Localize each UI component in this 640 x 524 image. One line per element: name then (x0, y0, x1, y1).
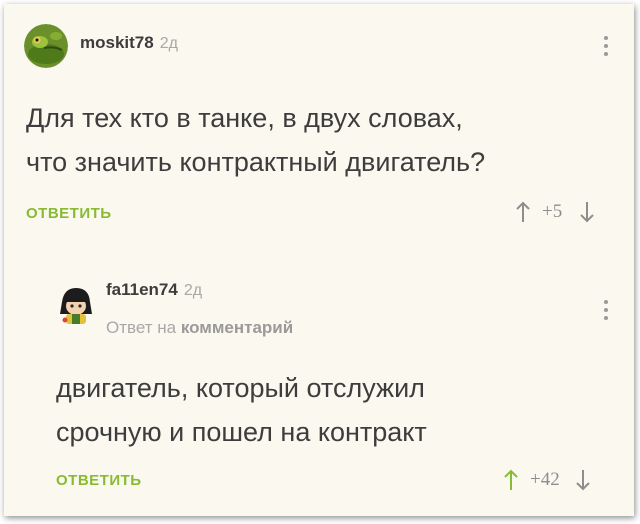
reply-button[interactable]: ОТВЕТИТЬ (56, 472, 142, 489)
upvote-arrow-icon[interactable] (502, 468, 520, 492)
author-name[interactable]: fa11en74 (106, 280, 178, 299)
rating: +42 (530, 469, 560, 490)
reply-button[interactable]: ОТВЕТИТЬ (26, 205, 112, 222)
anime-avatar-icon (60, 288, 92, 324)
reply-to-prefix: Ответ на (106, 318, 177, 337)
vote-controls: +5 (514, 200, 596, 224)
vote-controls: +42 (502, 468, 592, 492)
comment-text-line: двигатель, который отслужил (56, 373, 425, 403)
rating: +5 (542, 201, 563, 222)
comment-text-line: Для тех кто в танке, в двух словах, (26, 103, 463, 133)
comment: moskit78 2д Для тех кто в танке, в двух с… (4, 4, 634, 254)
frog-avatar-icon (24, 24, 68, 68)
comment-text: двигатель, который отслужил срочную и по… (56, 366, 616, 454)
comments-panel: moskit78 2д Для тех кто в танке, в двух с… (4, 4, 634, 516)
downvote-arrow-icon[interactable] (574, 468, 592, 492)
author[interactable]: fa11en74 2д (106, 280, 202, 300)
upvote-arrow-icon[interactable] (514, 200, 532, 224)
comment-reply: fa11en74 2д Ответ на комментарий двигател… (18, 256, 634, 516)
reply-to-info: Ответ на комментарий (106, 318, 293, 338)
author[interactable]: moskit78 2д (80, 33, 178, 53)
comment-text: Для тех кто в танке, в двух словах, что … (26, 96, 616, 184)
avatar[interactable] (24, 24, 68, 68)
comment-time: 2д (183, 282, 203, 299)
reply-to-link[interactable]: комментарий (181, 318, 293, 337)
downvote-arrow-icon[interactable] (578, 200, 596, 224)
comment-text-line: что значить контрактный двигатель? (26, 147, 486, 177)
avatar[interactable] (56, 284, 96, 328)
more-options-icon[interactable] (604, 300, 610, 320)
author-name[interactable]: moskit78 (80, 33, 154, 52)
comment-time: 2д (159, 35, 178, 52)
comment-text-line: срочную и пошел на контракт (56, 417, 427, 447)
more-options-icon[interactable] (604, 36, 610, 56)
